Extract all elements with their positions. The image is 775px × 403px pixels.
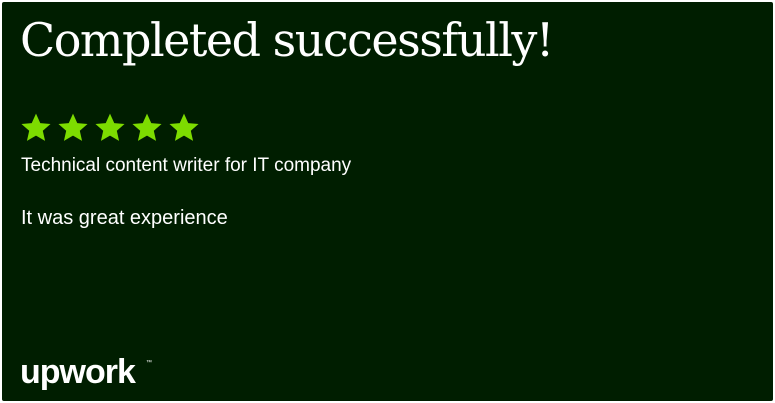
svg-text:™: ™	[146, 359, 152, 366]
upwork-logo: upwork ™	[20, 354, 160, 394]
job-title: Technical content writer for IT company	[21, 155, 352, 176]
feedback-text: It was great experience	[21, 207, 228, 229]
star-icon	[57, 112, 89, 144]
star-icon	[168, 112, 200, 144]
page-title: Completed successfully!	[20, 13, 554, 67]
star-rating	[20, 112, 200, 144]
star-icon	[131, 112, 163, 144]
star-icon	[94, 112, 126, 144]
review-card: Completed successfully! Technical conten…	[2, 2, 773, 401]
star-icon	[20, 112, 52, 144]
logo-wordmark: upwork	[20, 354, 136, 391]
